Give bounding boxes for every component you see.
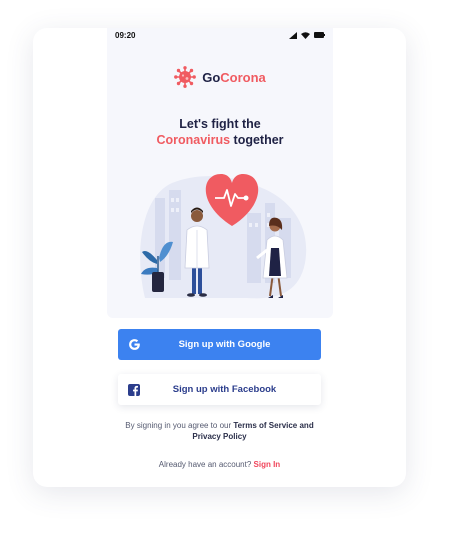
headline-highlight: Coronavirus xyxy=(156,133,231,147)
wifi-icon xyxy=(301,31,310,39)
headline-line1: Let's fight the xyxy=(179,117,261,131)
google-icon xyxy=(118,338,150,351)
status-icons xyxy=(289,31,325,39)
facebook-button-label: Sign up with Facebook xyxy=(172,384,277,395)
virus-icon xyxy=(174,66,197,88)
brand-corona: Corona xyxy=(220,69,266,85)
headline-rest: together xyxy=(230,133,284,147)
signin-link[interactable]: Sign In xyxy=(254,460,281,469)
account-prompt: Already have an account? Sign In xyxy=(118,460,321,469)
terms-text: By signing in you agree to our Terms of … xyxy=(118,420,321,442)
phone-screen: 09:20 GoCorona Let's fight the Coronavir… xyxy=(107,28,333,318)
headline-line2: Coronavirus together xyxy=(107,132,333,148)
page-title: Let's fight the Coronavirus together xyxy=(107,116,333,148)
google-button-label: Sign up with Google xyxy=(178,339,271,350)
facebook-signup-button[interactable]: Sign up with Facebook xyxy=(118,374,321,405)
terms-prefix: By signing in you agree to our xyxy=(125,421,234,430)
brand-logo: GoCorona xyxy=(107,66,333,88)
facebook-icon xyxy=(118,383,150,396)
google-signup-button[interactable]: Sign up with Google xyxy=(118,329,321,360)
signal-icon xyxy=(289,31,297,39)
status-time: 09:20 xyxy=(115,30,136,40)
status-bar: 09:20 xyxy=(115,29,325,41)
doctors-illustration xyxy=(140,174,307,299)
account-prompt-text: Already have an account? xyxy=(158,460,254,469)
brand-name: GoCorona xyxy=(202,70,266,85)
brand-go: Go xyxy=(202,69,221,85)
battery-icon xyxy=(314,32,325,38)
